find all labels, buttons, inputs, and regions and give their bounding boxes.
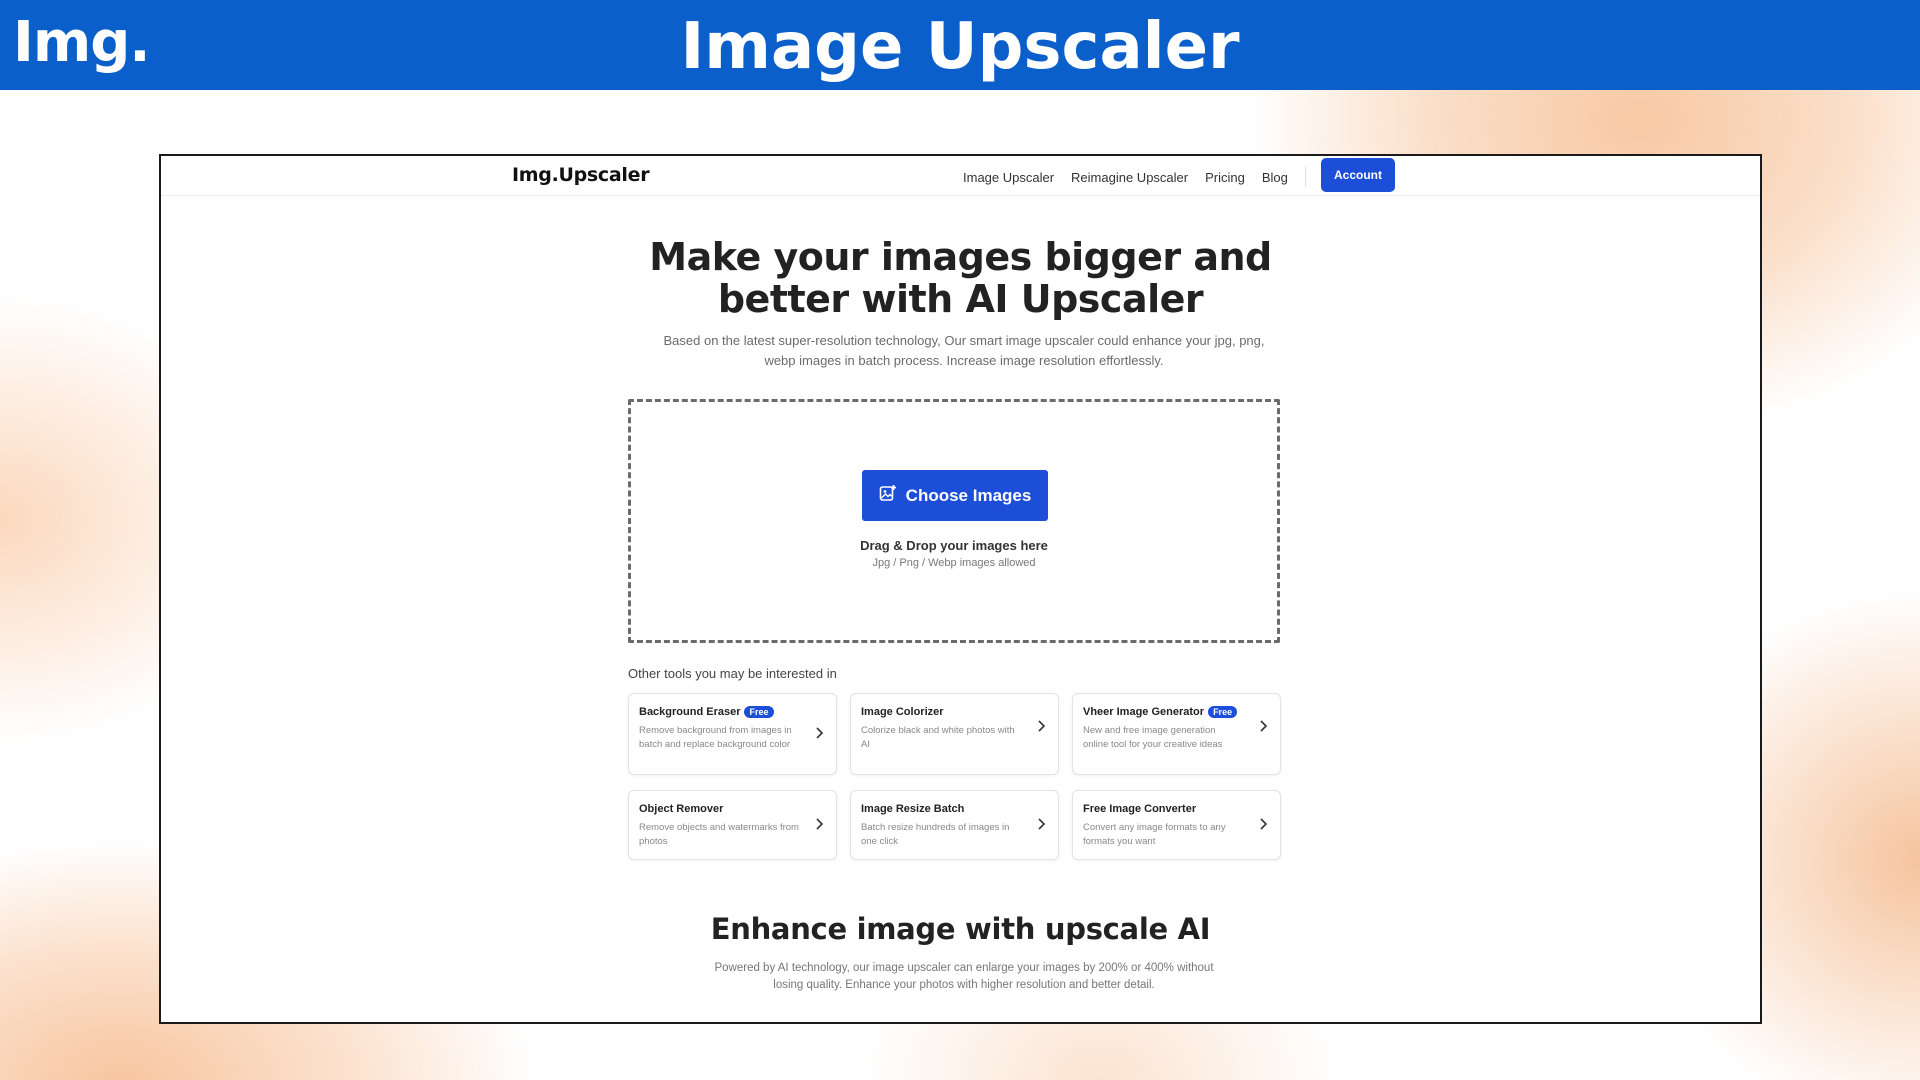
tool-title: Background Eraser Free: [639, 706, 774, 718]
hero-title-line-1: Make your images bigger and: [649, 235, 1272, 279]
free-badge: Free: [1208, 706, 1238, 718]
chevron-right-icon: [1258, 817, 1268, 836]
image-add-icon: [879, 484, 906, 507]
top-banner: Img. Image Upscaler: [0, 0, 1920, 90]
tool-title-text: Image Colorizer: [861, 706, 944, 718]
tool-title-text: Object Remover: [639, 803, 724, 815]
drag-drop-text: Drag & Drop your images here: [860, 538, 1048, 553]
nav-link-pricing[interactable]: Pricing: [1205, 170, 1245, 185]
hero-subtitle-line-2: webp images in batch process. Increase i…: [764, 353, 1164, 368]
section-subtitle-line-1: Powered by AI technology, our image upsc…: [714, 962, 1214, 974]
tool-description: Remove objects and watermarks from photo…: [639, 822, 799, 847]
free-badge: Free: [744, 706, 774, 718]
tool-description: Batch resize hundreds of images in one c…: [861, 822, 1010, 847]
top-navigation: Img.Upscaler Image Upscaler Reimagine Up…: [161, 156, 1760, 196]
tool-card-free-image-converter[interactable]: Free Image Converter Convert any image f…: [1072, 790, 1281, 860]
tool-card-image-resize-batch[interactable]: Image Resize Batch Batch resize hundreds…: [850, 790, 1059, 860]
tool-description: Remove background from images in batch a…: [639, 725, 792, 750]
section-subtitle-line-2: losing quality. Enhance your photos with…: [773, 979, 1155, 991]
tool-description: Colorize black and white photos with AI: [861, 725, 1015, 750]
tool-card-image-colorizer[interactable]: Image Colorizer Colorize black and white…: [850, 693, 1059, 775]
tool-title: Free Image Converter: [1083, 803, 1196, 815]
section-title: Enhance image with upscale AI: [710, 912, 1211, 946]
site-logo[interactable]: Img.Upscaler: [512, 164, 650, 186]
nav-link-reimagine-upscaler[interactable]: Reimagine Upscaler: [1071, 170, 1188, 185]
choose-images-label: Choose Images: [905, 485, 1032, 505]
tool-title: Object Remover: [639, 803, 723, 815]
choose-images-button[interactable]: Choose Images: [862, 470, 1048, 521]
account-button[interactable]: Account: [1321, 158, 1395, 192]
hero-title-line-2: better with AI Upscaler: [717, 277, 1204, 321]
nav-divider: [1304, 167, 1306, 187]
chevron-right-icon: [1036, 719, 1046, 738]
nav-links: Image Upscaler Reimagine Upscaler Pricin…: [963, 167, 1315, 187]
chevron-right-icon: [1036, 817, 1046, 836]
hero-subtitle-line-1: Based on the latest super-resolution tec…: [663, 333, 1265, 348]
banner-title: Image Upscaler: [680, 10, 1240, 84]
nav-link-blog[interactable]: Blog: [1262, 170, 1288, 185]
tool-title-text: Image Resize Batch: [861, 803, 965, 815]
tool-title: Vheer Image Generator Free: [1083, 706, 1238, 718]
tool-description: Convert any image formats to any formats…: [1083, 822, 1226, 847]
tool-title: Image Colorizer: [861, 706, 944, 718]
tool-card-vheer-image-generator[interactable]: Vheer Image Generator Free New and free …: [1072, 693, 1281, 775]
hero-subtitle: Based on the latest super-resolution tec…: [631, 331, 1297, 371]
tools-heading: Other tools you may be interested in: [628, 666, 837, 681]
image-dropzone[interactable]: Choose Images Drag & Drop your images he…: [628, 399, 1280, 643]
chevron-right-icon: [1258, 719, 1268, 738]
tool-title-text: Background Eraser: [639, 706, 741, 718]
allowed-formats-text: Jpg / Png / Webp images allowed: [872, 557, 1036, 569]
tool-title-text: Vheer Image Generator: [1083, 706, 1205, 718]
tool-card-background-eraser[interactable]: Background Eraser Free Remove background…: [628, 693, 837, 775]
nav-link-image-upscaler[interactable]: Image Upscaler: [963, 170, 1054, 185]
tool-title-text: Free Image Converter: [1083, 803, 1197, 815]
chevron-right-icon: [814, 817, 824, 836]
tool-card-object-remover[interactable]: Object Remover Remove objects and waterm…: [628, 790, 837, 860]
tool-description: New and free image generation online too…: [1083, 725, 1223, 750]
website-screenshot-frame: Img.Upscaler Image Upscaler Reimagine Up…: [159, 154, 1762, 1024]
section-subtitle: Powered by AI technology, our image upsc…: [691, 960, 1237, 994]
tool-title: Image Resize Batch: [861, 803, 964, 815]
hero-title: Make your images bigger and better with …: [161, 236, 1760, 320]
chevron-right-icon: [814, 726, 824, 745]
